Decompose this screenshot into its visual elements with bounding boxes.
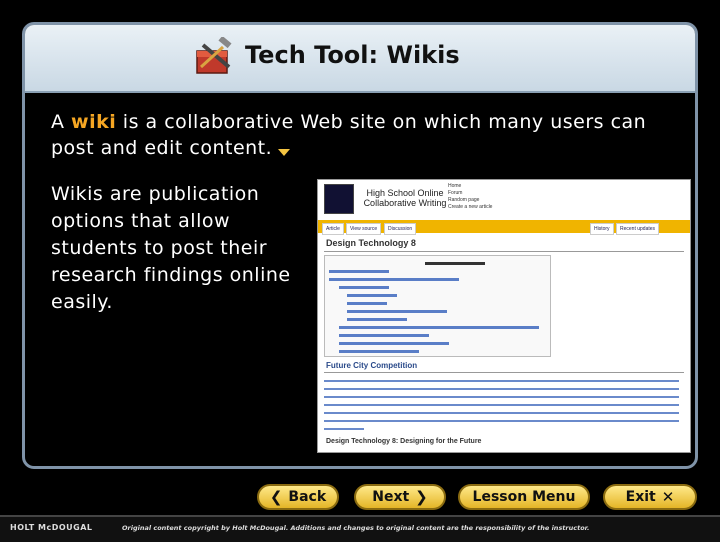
toc-line (339, 326, 539, 329)
slide-frame: Tech Tool: Wikis A wiki is a collaborati… (22, 22, 698, 469)
wiki-divider (324, 372, 684, 373)
chevron-right-icon: ❯ (415, 488, 428, 506)
text-line (324, 396, 679, 398)
wiki-site-title: High School Online Collaborative Writing (363, 188, 447, 208)
wiki-nav-random: Random page (448, 197, 480, 203)
toc-line (339, 334, 429, 337)
wiki-tab-recent: Recent updates (616, 223, 660, 235)
slide-title: Tech Tool: Wikis (245, 41, 460, 69)
toc-line (347, 294, 397, 297)
toc-line (425, 262, 485, 265)
lesson-menu-label: Lesson Menu (472, 489, 576, 505)
toc-line (339, 350, 419, 353)
wiki-term: wiki (71, 111, 117, 133)
back-button[interactable]: ❮ Back (257, 484, 339, 510)
play-arrow-icon[interactable] (278, 149, 291, 156)
next-button[interactable]: Next ❯ (354, 484, 446, 510)
body-paragraph: Wikis are publication options that allow… (51, 183, 291, 313)
wiki-divider (324, 251, 684, 252)
wiki-logo (324, 184, 354, 214)
toc-line (347, 302, 387, 305)
chevron-left-icon: ❮ (269, 488, 283, 506)
toolbox-icon (196, 37, 232, 74)
wiki-header: High School Online Collaborative Writing… (318, 180, 690, 220)
intro-post: is a collaborative Web site on which man… (51, 111, 647, 159)
toc-line (329, 278, 459, 281)
back-label: Back (288, 489, 327, 505)
text-line (324, 380, 679, 382)
wiki-section-heading: Future City Competition (326, 361, 418, 370)
wiki-tab-view-source: View source (346, 223, 382, 235)
wiki-nav-home: Home (448, 183, 462, 189)
publisher-logo: HOLT McDOUGAL (10, 523, 93, 532)
wiki-page-heading: Design Technology 8 (326, 238, 416, 248)
text-line (324, 412, 679, 414)
exit-label: Exit (625, 489, 656, 505)
wiki-nav-create: Create a new article (448, 204, 493, 210)
toc-line (339, 342, 449, 345)
footer-bar: HOLT McDOUGAL Original content copyright… (0, 515, 720, 542)
title-bar: Tech Tool: Wikis (25, 25, 695, 93)
wiki-screenshot: High School Online Collaborative Writing… (317, 179, 691, 453)
copyright-text: Original content copyright by Holt McDou… (122, 524, 590, 532)
toc-line (347, 318, 407, 321)
exit-button[interactable]: Exit ✕ (603, 484, 697, 510)
toc-line (339, 286, 389, 289)
text-line (324, 388, 679, 390)
wiki-tab-discussion: Discussion (384, 223, 417, 235)
lesson-menu-button[interactable]: Lesson Menu (458, 484, 590, 510)
wiki-toc (324, 255, 551, 357)
wiki-tab-article: Article (322, 223, 344, 235)
wiki-subheading: Design Technology 8: Designing for the F… (326, 438, 482, 445)
wiki-tab-history: History (590, 223, 614, 235)
close-icon: ✕ (661, 488, 675, 506)
text-line (324, 404, 679, 406)
wiki-nav-forum: Forum (448, 190, 463, 196)
wiki-nav: Home Forum Random page Create a new arti… (448, 183, 492, 211)
intro-paragraph: A wiki is a collaborative Web site on wh… (51, 109, 681, 161)
toc-line (347, 310, 447, 313)
intro-pre: A (51, 111, 72, 133)
text-line (324, 428, 364, 430)
next-label: Next (372, 489, 410, 505)
toc-line (329, 270, 389, 273)
text-line (324, 420, 679, 422)
